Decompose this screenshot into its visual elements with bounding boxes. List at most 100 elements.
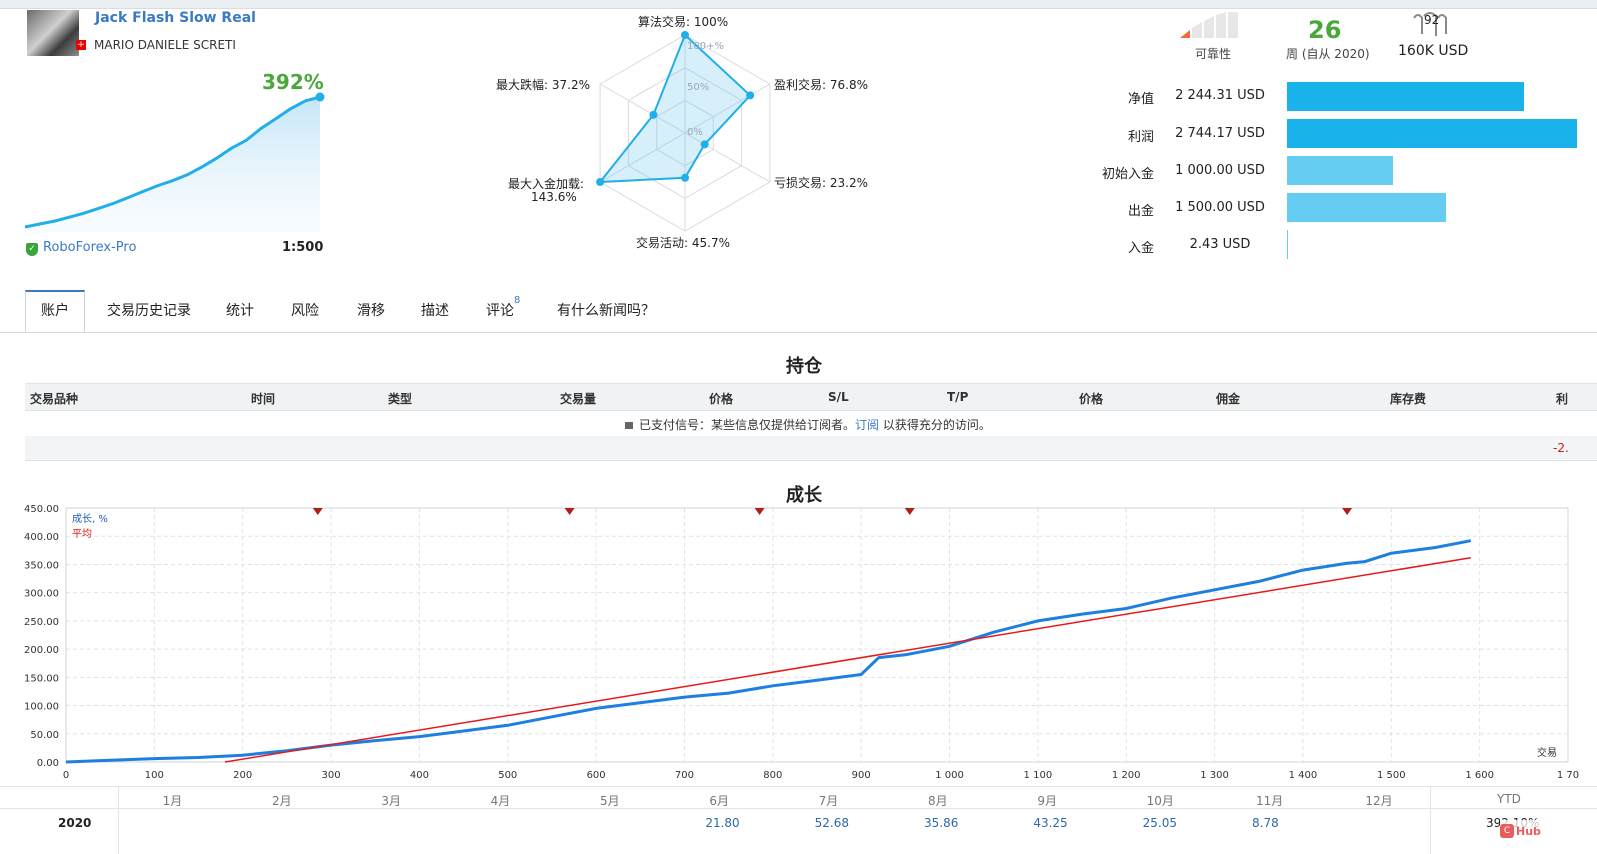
month-value-11: 8.78 <box>1252 816 1279 830</box>
x-tick-1: 100 <box>145 770 164 781</box>
month-header-7: 7月 <box>818 794 839 808</box>
watermark-text: Hub <box>1516 825 1541 838</box>
reliability-label: 可靠性 <box>1195 47 1232 61</box>
plot-frame <box>65 507 1569 763</box>
x-tick-13: 1 300 <box>1200 770 1229 781</box>
x-tick-14: 1 400 <box>1289 770 1318 781</box>
month-header-1: 1月 <box>162 794 183 808</box>
notice-suffix: 以获得充分的访问。 <box>882 418 991 432</box>
col-volume: 交易量 <box>560 392 597 406</box>
x-tick-7: 700 <box>675 770 694 781</box>
month-value-8: 35.86 <box>924 816 959 830</box>
equity-value: 2 244.31 USD <box>1175 88 1265 103</box>
positions-total-row: -2. <box>25 436 1597 461</box>
y-tick-1: 50.00 <box>30 730 59 741</box>
browser-top-strip <box>0 0 1597 9</box>
month-value-10: 25.05 <box>1142 816 1178 830</box>
tab-description[interactable]: 描述 <box>421 300 449 320</box>
positions-notice: 已支付信号：某些信息仅提供给订阅者。订阅 以获得充分的访问。 <box>625 416 991 433</box>
radar-point-0 <box>681 31 689 39</box>
initial-deposit-value: 1 000.00 USD <box>1175 163 1265 178</box>
month-value-7: 52.68 <box>814 816 850 830</box>
subscribe-link[interactable]: 订阅 <box>855 418 879 432</box>
x-tick-12: 1 200 <box>1112 770 1141 781</box>
col-tp: T/P <box>947 390 969 404</box>
tab-account[interactable]: 账户 <box>41 300 69 320</box>
tab-bar: 账户 交易历史记录 统计 风险 滑移 描述 评论 8 有什么新闻吗？ <box>0 290 1597 333</box>
col-sl: S/L <box>828 390 849 404</box>
tab-reviews[interactable]: 评论 <box>486 300 514 320</box>
verified-shield-icon: ✓ <box>26 243 38 256</box>
x-tick-0: 0 <box>63 770 69 781</box>
positions-table-header: 交易品种 时间 类型 交易量 价格 S/L T/P 价格 佣金 库存费 利 <box>25 383 1597 411</box>
x-tick-17: 1 70 <box>1557 770 1579 781</box>
x-tick-5: 500 <box>498 770 517 781</box>
broker-name: RoboForex-Pro <box>43 240 137 255</box>
year-label: 2020 <box>58 816 92 830</box>
leverage: 1:500 <box>282 240 324 255</box>
growth-grid <box>65 507 1569 763</box>
profit-value: 2 744.17 USD <box>1175 126 1265 141</box>
radar-point-3 <box>681 173 689 182</box>
radar-label-max-drawdown: 最大跌幅: 37.2% <box>496 78 590 92</box>
month-value-9: 43.25 <box>1033 816 1068 830</box>
positions-total-value: -2. <box>1553 441 1569 455</box>
y-tick-7: 350.00 <box>24 560 59 571</box>
x-tick-16: 1 600 <box>1465 770 1494 781</box>
y-tick-0: 0.00 <box>37 758 59 769</box>
x-tick-11: 1 100 <box>1024 770 1053 781</box>
reliability-bars-icon <box>1180 12 1238 38</box>
radar-label-algo: 算法交易: 100% <box>638 15 729 29</box>
weeks-label: 周 (自从 2020) <box>1286 47 1370 61</box>
deposits-value: 2.43 USD <box>1189 237 1251 252</box>
month-header-5: 5月 <box>600 794 620 808</box>
avatar <box>27 10 79 56</box>
month-header-8: 8月 <box>928 794 948 808</box>
author-name[interactable]: MARIO DANIELE SCRETI <box>94 38 236 52</box>
month-header-11: 11月 <box>1256 794 1284 808</box>
equity-sparkline <box>24 92 325 232</box>
x-tick-2: 200 <box>233 770 252 781</box>
tab-news[interactable]: 有什么新闻吗？ <box>557 300 655 320</box>
deposits-label: 入金 <box>1127 241 1154 256</box>
finance-bar-1 <box>1287 119 1577 148</box>
month-header-9: 9月 <box>1037 794 1057 808</box>
positions-notice-row: 已支付信号：某些信息仅提供给订阅者。订阅 以获得充分的访问。 <box>25 410 1597 436</box>
ytd-header: YTD <box>1497 792 1521 806</box>
radar-tick-50: 50% <box>687 82 709 93</box>
month-header-6: 6月 <box>709 794 729 808</box>
reviews-count-badge: 8 <box>514 295 521 306</box>
x-axis-label: 交易 <box>1537 746 1557 759</box>
month-value-6: 21.80 <box>705 816 740 830</box>
finance-bar-3 <box>1287 193 1446 222</box>
col-symbol: 交易品种 <box>30 392 79 406</box>
radar-label-max-deposit-load-value: 143.6% <box>531 190 577 204</box>
tab-trade-history[interactable]: 交易历史记录 <box>107 300 191 320</box>
tab-slippage[interactable]: 滑移 <box>357 300 385 320</box>
month-header-12: 12月 <box>1365 794 1393 808</box>
month-header-3: 3月 <box>381 794 401 808</box>
y-tick-8: 400.00 <box>24 532 59 543</box>
radar-chart: 100+% 50% 0% <box>596 31 771 232</box>
col-price-current: 价格 <box>1079 392 1104 406</box>
weeks-value: 26 <box>1308 16 1342 44</box>
month-header-10: 10月 <box>1146 794 1174 808</box>
radar-tick-100: 100+% <box>687 41 724 52</box>
col-swap: 库存费 <box>1390 392 1427 406</box>
tab-risks[interactable]: 风险 <box>291 300 319 320</box>
radar-label-activity: 交易活动: 45.7% <box>636 236 730 250</box>
withdrawals-value: 1 500.00 USD <box>1175 200 1265 215</box>
col-time: 时间 <box>251 392 276 406</box>
finance-bar-4 <box>1287 230 1288 259</box>
y-tick-2: 100.00 <box>24 702 59 713</box>
broker-link[interactable]: ✓ RoboForex-Pro <box>26 240 136 256</box>
col-profit: 利 <box>1556 392 1569 406</box>
tab-statistics[interactable]: 统计 <box>226 300 254 320</box>
x-tick-9: 900 <box>852 770 871 781</box>
signal-name[interactable]: Jack Flash Slow Real <box>95 10 256 26</box>
watermark: C Hub <box>1500 820 1590 840</box>
y-tick-3: 150.00 <box>24 673 59 684</box>
y-tick-4: 200.00 <box>24 645 59 656</box>
growth-chart: 0.00 50.00 100.00 150.00 200.00 250.00 300.00 3… <box>24 504 1579 781</box>
month-header-2: 2月 <box>272 794 292 808</box>
